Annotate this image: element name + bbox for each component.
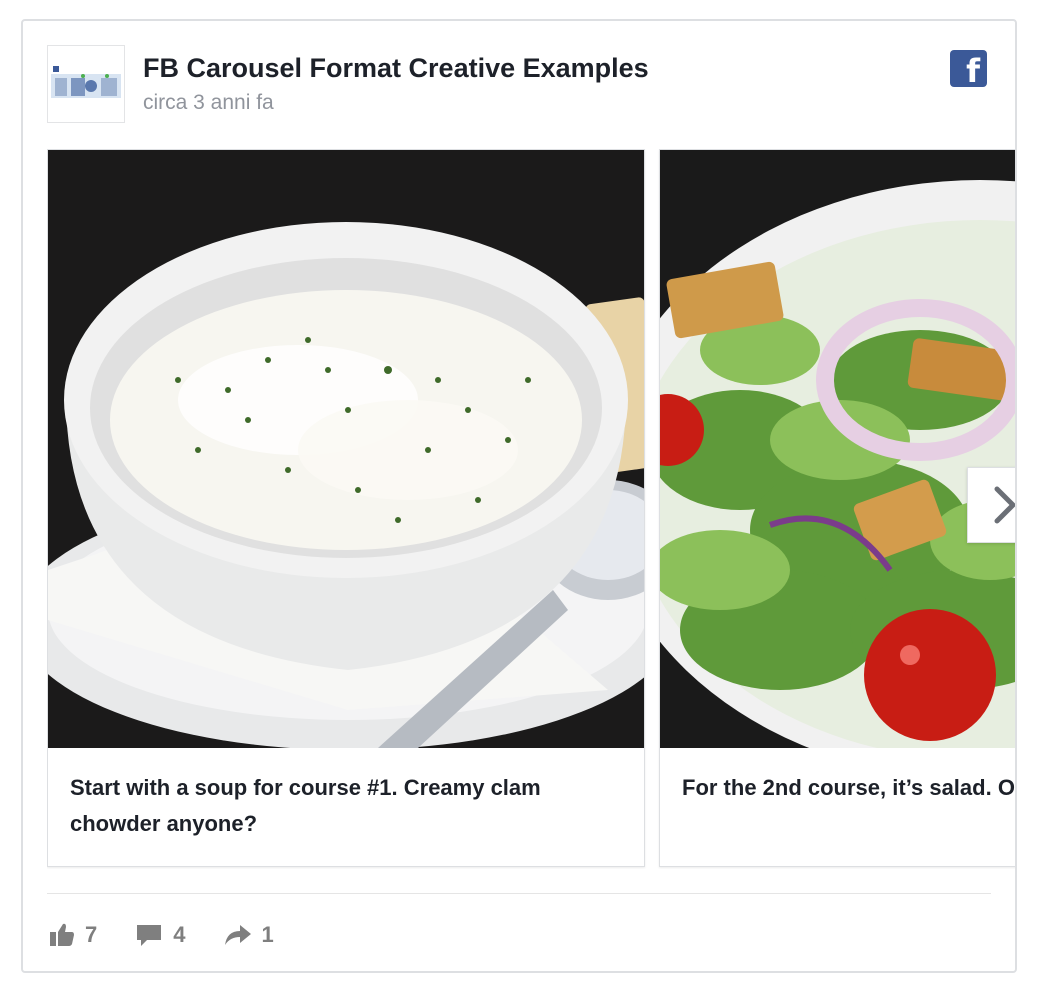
comment-count: 4 — [173, 922, 186, 947]
post-title[interactable]: FB Carousel Format Creative Examples — [143, 53, 649, 84]
slide-caption[interactable]: For the 2nd course, it’s salad. Our Fres… — [682, 770, 1015, 806]
post-timestamp[interactable]: circa 3 anni fa — [143, 91, 274, 115]
post-card: FB Carousel Format Creative Examples cir… — [21, 19, 1017, 973]
comment-icon — [137, 925, 162, 946]
garden-salad-photo[interactable] — [660, 150, 1015, 748]
post-stats: 7 4 1 — [49, 917, 312, 953]
share-arrow-icon — [224, 925, 251, 945]
share-stat[interactable]: 1 — [224, 922, 274, 948]
chevron-right-icon — [994, 486, 1015, 524]
like-count: 7 — [85, 922, 98, 947]
carousel: Start with a soup for course #1. Creamy … — [47, 149, 1015, 869]
carousel-slide[interactable]: For the 2nd course, it’s salad. Our Fres… — [659, 149, 1015, 867]
facebook-icon[interactable]: f — [950, 50, 987, 87]
comment-stat[interactable]: 4 — [135, 922, 186, 948]
page-avatar-image — [51, 66, 121, 98]
carousel-slide[interactable]: Start with a soup for course #1. Creamy … — [47, 149, 645, 867]
thumbs-up-icon — [50, 923, 74, 946]
slide-caption[interactable]: Start with a soup for course #1. Creamy … — [70, 770, 630, 842]
like-stat[interactable]: 7 — [49, 922, 97, 948]
share-count: 1 — [261, 922, 274, 947]
page-avatar[interactable] — [47, 45, 125, 123]
carousel-next-button[interactable] — [967, 467, 1015, 543]
post-header: FB Carousel Format Creative Examples cir… — [23, 21, 1015, 141]
footer-divider — [47, 893, 991, 894]
clam-chowder-soup-photo[interactable] — [48, 150, 644, 748]
